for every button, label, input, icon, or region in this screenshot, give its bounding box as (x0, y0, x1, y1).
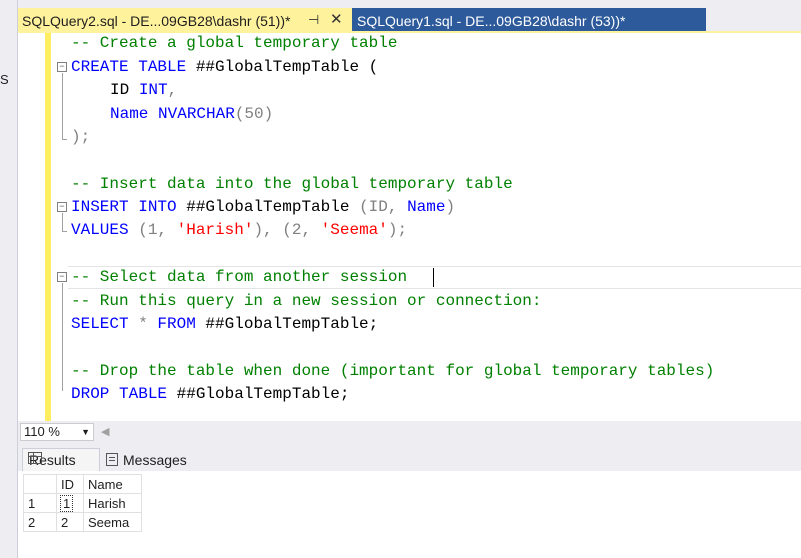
results-grid[interactable]: ID Name 1 1 Harish 2 2 Seema (23, 474, 142, 532)
code-line-3: ID INT, (110, 81, 178, 99)
row-number[interactable]: 1 (23, 493, 57, 513)
grid-header-row: ID Name (23, 474, 142, 494)
collapse-icon[interactable]: − (57, 272, 67, 282)
column-header-name[interactable]: Name (83, 474, 142, 494)
table-row[interactable]: 2 2 Seema (23, 512, 142, 532)
zoom-dropdown[interactable]: 110 % ▼ (20, 423, 94, 441)
code-line-13: SELECT * FROM ##GlobalTempTable; (71, 315, 379, 333)
code-line-7: -- Insert data into the global temporary… (71, 175, 513, 193)
fold-end (62, 139, 67, 140)
grid-cell-name[interactable]: Harish (83, 493, 142, 513)
grid-icon (28, 452, 42, 464)
tab-sqlquery1[interactable]: SQLQuery1.sql - DE...09GB28\dashr (53))* (352, 8, 706, 33)
query-editor[interactable]: − − − -- Create a global temporary table… (18, 33, 801, 421)
tab-label: SQLQuery1.sql - DE...09GB28\dashr (53))* (357, 12, 626, 29)
left-panel-edge: S (0, 0, 18, 558)
cell-value: 1 (59, 494, 74, 512)
tab-messages[interactable]: Messages (104, 448, 204, 471)
pin-icon[interactable]: ⊣ (308, 12, 319, 28)
code-line-11: -- Select data from another session (71, 268, 408, 286)
tab-label: SQLQuery2.sql - DE...09GB28\dashr (51))* (22, 12, 291, 29)
change-tracking-margin (45, 33, 51, 421)
code-line-4: Name NVARCHAR(50) (110, 105, 274, 123)
left-panel-fragment: S (0, 72, 9, 87)
code-line-15: -- Drop the table when done (important f… (71, 362, 715, 380)
code-line-9: VALUES (1, 'Harish'), (2, 'Seema'); (71, 221, 408, 239)
code-line-1: -- Create a global temporary table (71, 34, 398, 52)
grid-cell-id[interactable]: 2 (56, 512, 84, 532)
table-row[interactable]: 1 1 Harish (23, 493, 142, 513)
code-line-12: -- Run this query in a new session or co… (71, 292, 542, 310)
zoom-value: 110 % (24, 424, 60, 439)
fold-line (62, 283, 63, 391)
message-icon (106, 453, 118, 466)
close-icon[interactable]: ✕ (330, 10, 343, 28)
grid-cell-id[interactable]: 1 (56, 493, 84, 513)
chevron-down-icon: ▼ (81, 427, 90, 437)
code-line-16: DROP TABLE ##GlobalTempTable; (71, 385, 350, 403)
grid-cell-name[interactable]: Seema (83, 512, 142, 532)
collapse-icon[interactable]: − (57, 202, 67, 212)
results-grid-pane[interactable]: ID Name 1 1 Harish 2 2 Seema (18, 471, 801, 558)
code-line-5: ); (71, 128, 91, 146)
code-line-8: INSERT INTO ##GlobalTempTable (ID, Name) (71, 198, 456, 216)
column-header-id[interactable]: ID (56, 474, 84, 494)
tab-label: Messages (123, 451, 187, 468)
tab-sqlquery2[interactable]: SQLQuery2.sql - DE...09GB28\dashr (51))*… (18, 8, 352, 33)
collapse-icon[interactable]: − (57, 62, 67, 72)
code-line-2: CREATE TABLE ##GlobalTempTable ( (71, 58, 379, 76)
fold-line (62, 213, 63, 231)
editor-status-bar: 110 % ▼ ◀ (18, 421, 801, 443)
results-tab-strip: Results Messages (18, 443, 801, 471)
fold-end (62, 231, 67, 232)
row-number[interactable]: 2 (23, 512, 57, 532)
document-tab-strip: SQLQuery2.sql - DE...09GB28\dashr (51))*… (18, 0, 801, 33)
fold-line (62, 73, 63, 139)
tab-results[interactable]: Results (22, 448, 100, 471)
row-number-header[interactable] (23, 474, 57, 494)
scroll-left-icon[interactable]: ◀ (101, 425, 109, 438)
text-caret (433, 268, 434, 287)
